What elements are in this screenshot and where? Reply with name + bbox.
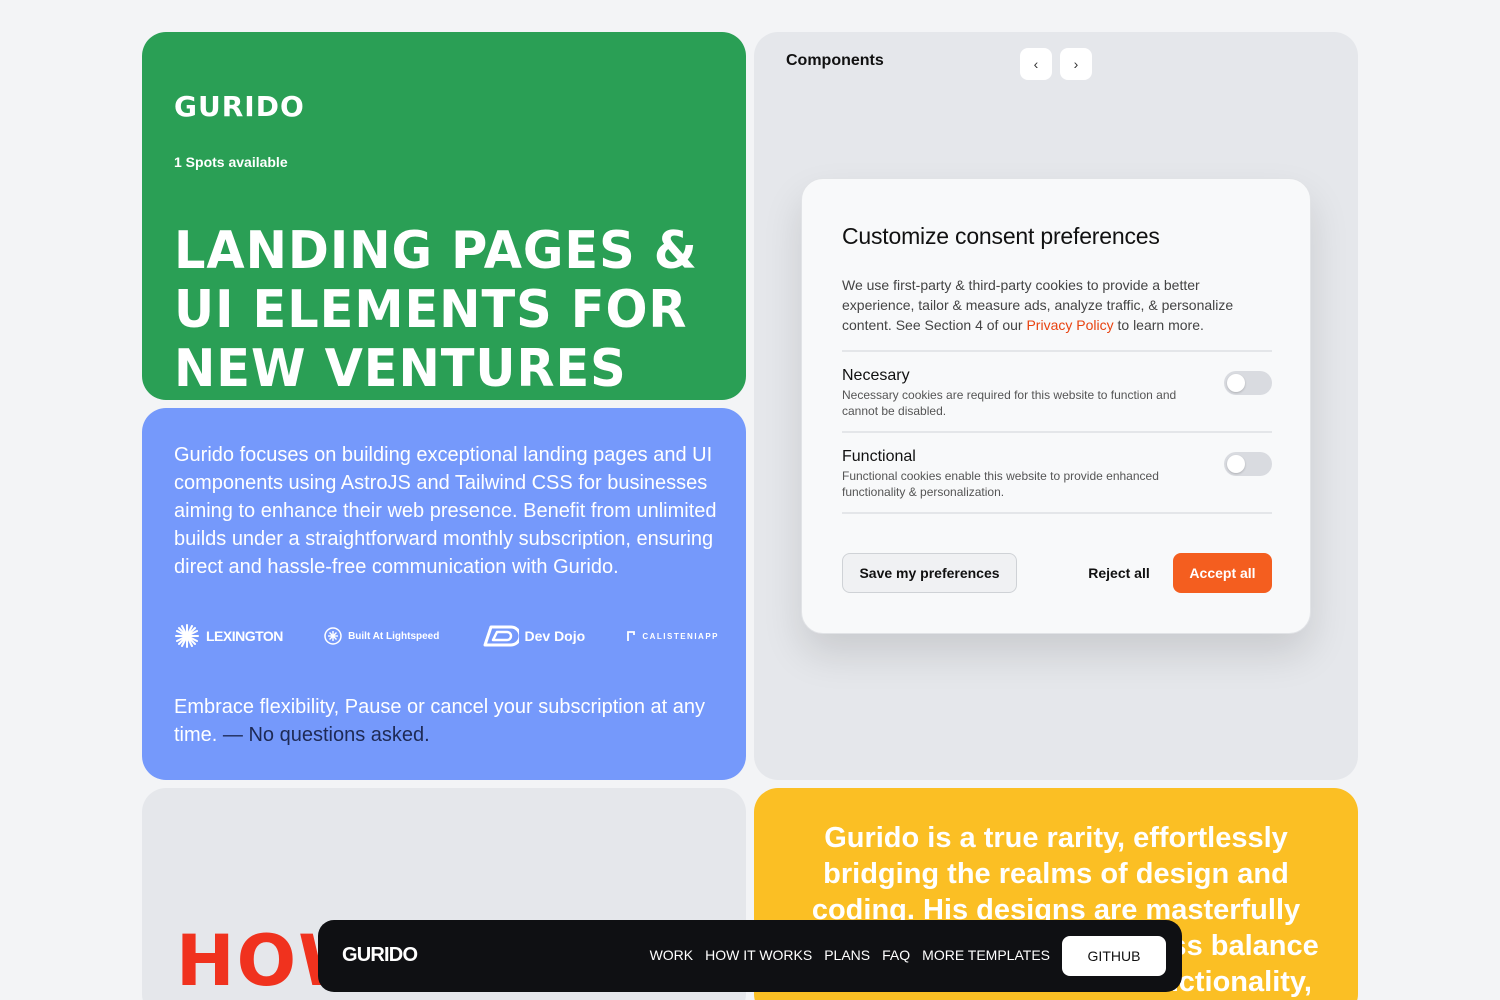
- previous-button[interactable]: ‹: [1020, 48, 1052, 80]
- spark-circle-icon: [324, 627, 342, 645]
- about-card: Gurido focuses on building exceptional l…: [142, 408, 746, 780]
- divider: [842, 512, 1272, 514]
- github-button[interactable]: GITHUB: [1062, 936, 1166, 976]
- necessary-toggle[interactable]: [1224, 371, 1272, 395]
- nav-link-work[interactable]: WORK: [650, 947, 694, 963]
- nav-link-plans[interactable]: PLANS: [824, 947, 870, 963]
- save-preferences-button[interactable]: Save my preferences: [842, 553, 1017, 593]
- sunburst-icon: [175, 624, 199, 648]
- components-title: Components: [786, 52, 884, 69]
- next-button[interactable]: ›: [1060, 48, 1092, 80]
- nav-link-how-it-works[interactable]: HOW IT WORKS: [705, 947, 812, 963]
- reject-all-button[interactable]: Reject all: [1072, 553, 1166, 593]
- pref-title: Functional: [842, 448, 916, 465]
- nav-link-faq[interactable]: FAQ: [882, 947, 910, 963]
- floating-navbar: GURIDO WORK HOW IT WORKS PLANS FAQ MORE …: [318, 920, 1182, 992]
- divider: [842, 431, 1272, 433]
- about-description: Gurido focuses on building exceptional l…: [174, 444, 717, 578]
- logo-lexington: LEXINGTON: [174, 623, 283, 649]
- navbar-brand[interactable]: GURIDO: [342, 944, 418, 967]
- logo-calisteniapp: CALISTENIAPP: [626, 630, 719, 642]
- pref-functional: Functional Functional cookies enable thi…: [842, 448, 1272, 500]
- flexibility-note: Embrace flexibility, Pause or cancel you…: [174, 696, 705, 746]
- client-logos: LEXINGTON Built At Lightspeed Dev Dojo C…: [174, 620, 719, 652]
- functional-toggle[interactable]: [1224, 452, 1272, 476]
- chevron-right-icon: ›: [1073, 56, 1079, 72]
- pref-description: Functional cookies enable this website t…: [842, 469, 1159, 499]
- pref-description: Necessary cookies are required for this …: [842, 388, 1177, 418]
- privacy-policy-link[interactable]: Privacy Policy: [1026, 317, 1113, 333]
- consent-heading: Customize consent preferences: [842, 223, 1160, 249]
- accept-all-button[interactable]: Accept all: [1173, 553, 1272, 593]
- components-card: Components ‹ › Customize consent prefere…: [754, 32, 1358, 780]
- bracket-icon: [627, 631, 636, 641]
- divider: [842, 350, 1272, 352]
- pref-necessary: Necesary Necessary cookies are required …: [842, 367, 1272, 419]
- consent-modal: Customize consent preferences We use fir…: [801, 178, 1311, 634]
- consent-intro: We use first-party & third-party cookies…: [842, 277, 1234, 333]
- hero-headline: LANDING PAGES & UI ELEMENTS FOR NEW VENT…: [174, 221, 698, 399]
- devdojo-icon: [483, 625, 519, 647]
- brand-logo[interactable]: GURIDO: [174, 90, 305, 123]
- chevron-left-icon: ‹: [1033, 56, 1039, 72]
- pref-title: Necesary: [842, 367, 910, 384]
- spots-available: 1 Spots available: [174, 154, 288, 170]
- logo-devdojo: Dev Dojo: [481, 623, 585, 649]
- navbar-links: WORK HOW IT WORKS PLANS FAQ MORE TEMPLAT…: [650, 947, 1050, 963]
- nav-link-more-templates[interactable]: MORE TEMPLATES: [922, 947, 1050, 963]
- logo-built-at-lightspeed: Built At Lightspeed: [324, 627, 439, 645]
- hero-card: GURIDO 1 Spots available LANDING PAGES &…: [142, 32, 746, 400]
